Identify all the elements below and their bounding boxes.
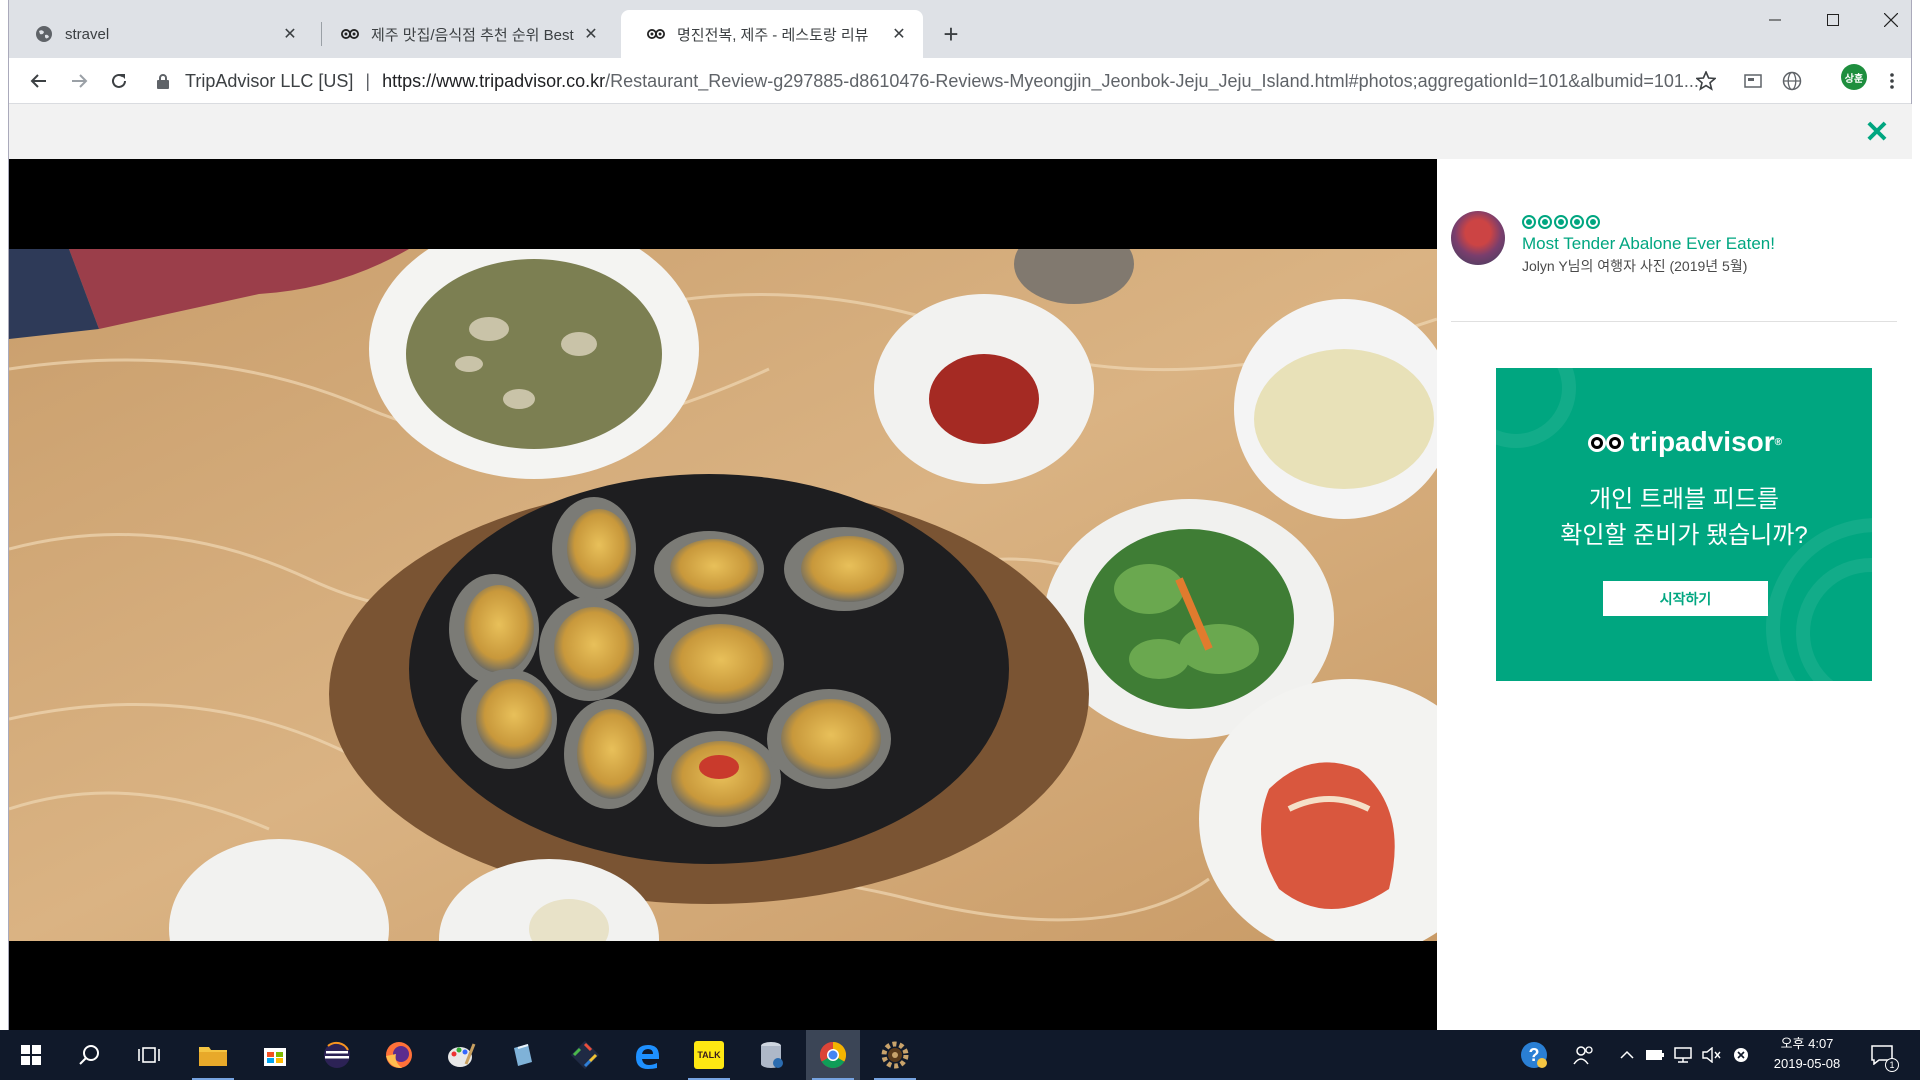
- rating-bubble-icon: [1554, 215, 1568, 229]
- tab-stravel[interactable]: stravel ✕: [9, 10, 314, 58]
- food-photo[interactable]: [9, 249, 1437, 941]
- bookmark-star-icon[interactable]: [1693, 68, 1719, 94]
- registered-mark: ®: [1774, 436, 1783, 448]
- paint-icon[interactable]: [434, 1030, 488, 1080]
- tab-close-icon[interactable]: ✕: [889, 24, 909, 44]
- url-path: /Restaurant_Review-g297885-d8610476-Revi…: [605, 70, 1699, 91]
- chrome-icon[interactable]: [806, 1030, 860, 1080]
- action-center-icon[interactable]: 1: [1862, 1030, 1902, 1080]
- network-icon[interactable]: [1670, 1030, 1696, 1080]
- close-window-button[interactable]: [1863, 0, 1919, 40]
- kakaotalk-label: TALK: [694, 1041, 724, 1069]
- rating-bubbles: [1522, 215, 1600, 229]
- menu-kebab-icon[interactable]: [1879, 68, 1905, 94]
- ad-headline: 개인 트래블 피드를 확인할 준비가 됐습니까?: [1496, 482, 1872, 554]
- url-host: https://www.tripadvisor.co.kr: [382, 70, 606, 91]
- back-button[interactable]: [23, 65, 55, 97]
- forward-arrow-icon: [72, 74, 88, 88]
- store-icon[interactable]: [248, 1030, 302, 1080]
- lock-icon[interactable]: [153, 73, 173, 89]
- task-view-icon[interactable]: [122, 1030, 176, 1080]
- divider: [1451, 321, 1897, 322]
- ad-headline-line2: 확인할 준비가 됐습니까?: [1560, 522, 1808, 549]
- notification-count-badge: 1: [1885, 1058, 1899, 1072]
- minimize-button[interactable]: [1747, 0, 1803, 40]
- tripadvisor-owl-icon: [341, 25, 359, 43]
- tripadvisor-ad-banner[interactable]: tripadvisor ® 개인 트래블 피드를 확인할 준비가 됐습니까? 시작…: [1496, 368, 1872, 681]
- file-explorer-icon[interactable]: [186, 1030, 240, 1080]
- tab-close-icon[interactable]: ✕: [280, 24, 300, 44]
- rating-bubble-icon: [1522, 215, 1536, 229]
- tab-restaurant-review[interactable]: 명진전복, 제주 - 레스토랑 리뷰 ✕: [621, 10, 923, 58]
- brand-name: tripadvisor: [1629, 426, 1775, 457]
- page-content: ✕ Most Tender Abalone Ever Eaten! Jolyn …: [9, 104, 1912, 1030]
- reviewer-avatar[interactable]: [1451, 211, 1505, 265]
- close-photo-viewer-button[interactable]: ✕: [1862, 118, 1892, 148]
- maximize-icon: [1827, 14, 1839, 26]
- tab-restaurant-ranking[interactable]: 제주 맛집/음식점 추천 순위 Best ✕: [315, 10, 615, 58]
- edge-icon[interactable]: [620, 1030, 674, 1080]
- volume-muted-icon[interactable]: [1698, 1030, 1724, 1080]
- database-icon[interactable]: [744, 1030, 798, 1080]
- system-clock[interactable]: 오후 4:07 2019-05-08: [1762, 1034, 1852, 1074]
- reload-button[interactable]: [103, 65, 135, 97]
- tab-close-icon[interactable]: ✕: [581, 24, 601, 44]
- browser-toolbar: TripAdvisor LLC [US] | https://www.tripa…: [9, 58, 1911, 104]
- reload-icon: [112, 73, 126, 88]
- url-separator: |: [365, 70, 371, 91]
- tab-title: 제주 맛집/음식점 추천 순위 Best: [371, 26, 574, 44]
- profile-avatar[interactable]: 상훈: [1841, 64, 1867, 90]
- tripadvisor-owl-icon: [647, 25, 665, 43]
- rating-bubble-icon: [1570, 215, 1584, 229]
- settings-gear-icon[interactable]: [868, 1030, 922, 1080]
- maximize-button[interactable]: [1805, 0, 1861, 40]
- cast-icon[interactable]: [1740, 68, 1766, 94]
- app-icon[interactable]: [496, 1030, 550, 1080]
- close-icon: [1884, 13, 1898, 27]
- firefox-icon[interactable]: [372, 1030, 426, 1080]
- photo-review-title-link[interactable]: Most Tender Abalone Ever Eaten!: [1522, 234, 1775, 254]
- kakaotalk-icon[interactable]: TALK: [682, 1030, 736, 1080]
- windows-logo-icon: [21, 1045, 41, 1065]
- start-button[interactable]: [4, 1030, 58, 1080]
- photo-info-panel: Most Tender Abalone Ever Eaten! Jolyn Y님…: [1437, 159, 1912, 1030]
- tab-title: stravel: [65, 25, 110, 43]
- back-arrow-icon: [30, 74, 46, 88]
- url-text: https://www.tripadvisor.co.kr/Restaurant…: [382, 71, 1699, 92]
- ime-cancel-icon[interactable]: [1728, 1030, 1754, 1080]
- forward-button[interactable]: [63, 65, 95, 97]
- food-photo-image: [9, 249, 1437, 941]
- eclipse-icon[interactable]: [310, 1030, 364, 1080]
- tab-title: 명진전복, 제주 - 레스토랑 리뷰: [677, 26, 869, 44]
- rating-bubble-icon: [1586, 215, 1600, 229]
- new-tab-button[interactable]: +: [935, 18, 967, 50]
- photo-byline: Jolyn Y님의 여행자 사진 (2019년 5월): [1522, 258, 1748, 274]
- help-icon[interactable]: ?: [1518, 1030, 1550, 1080]
- browser-window: stravel ✕ 제주 맛집/음식점 추천 순위 Best ✕ 명진전복, 제…: [8, 0, 1912, 1030]
- minimize-icon: [1769, 19, 1781, 21]
- address-bar[interactable]: TripAdvisor LLC [US] | https://www.tripa…: [153, 64, 1703, 98]
- photo-viewer: [9, 159, 1437, 1030]
- tripadvisor-logo: tripadvisor ®: [1496, 426, 1872, 458]
- get-started-button[interactable]: 시작하기: [1603, 581, 1768, 616]
- rating-bubble-icon: [1538, 215, 1552, 229]
- translate-globe-icon[interactable]: [1779, 68, 1805, 94]
- site-owner-label: TripAdvisor LLC [US]: [185, 70, 354, 91]
- clock-time: 오후 4:07: [1780, 1036, 1834, 1051]
- people-icon[interactable]: [1570, 1030, 1598, 1080]
- chevron-up-icon[interactable]: [1614, 1030, 1640, 1080]
- ad-headline-line1: 개인 트래블 피드를: [1589, 486, 1779, 513]
- windows-taskbar: TALK ? 오후 4:07 2019-05-08 1: [0, 1030, 1920, 1080]
- battery-icon[interactable]: [1642, 1030, 1668, 1080]
- tripadvisor-owl-icon: [1587, 434, 1624, 452]
- git-icon[interactable]: [558, 1030, 612, 1080]
- tab-strip: stravel ✕ 제주 맛집/음식점 추천 순위 Best ✕ 명진전복, 제…: [9, 0, 1911, 58]
- clock-date: 2019-05-08: [1773, 1056, 1841, 1071]
- globe-icon: [35, 25, 53, 43]
- search-icon[interactable]: [62, 1030, 116, 1080]
